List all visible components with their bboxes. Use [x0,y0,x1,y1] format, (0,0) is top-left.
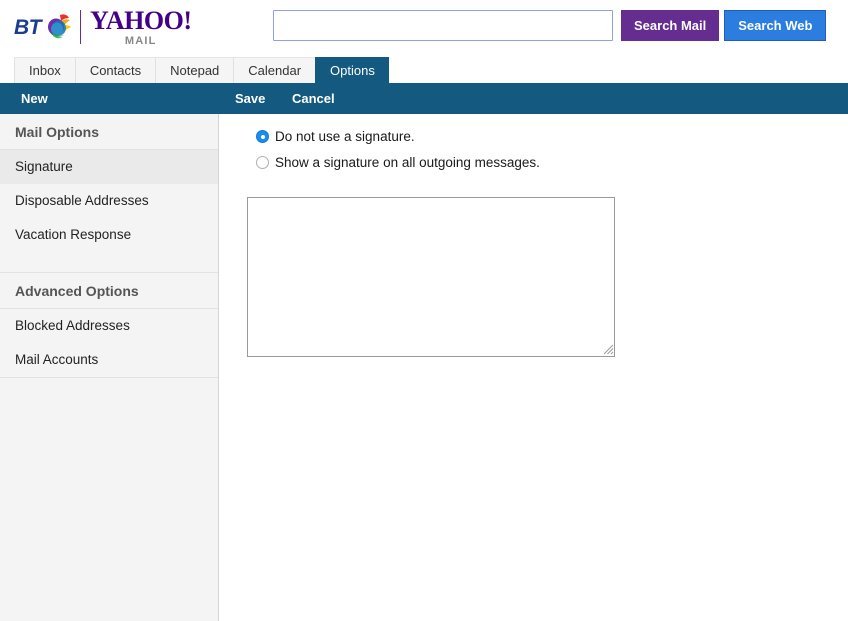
yahoo-logo-text: YAHOO! [90,5,192,35]
sidebar-item-vacation-response[interactable]: Vacation Response [0,218,218,252]
signature-settings-panel: Do not use a signature. Show a signature… [220,114,848,621]
signature-option-row-off[interactable]: Do not use a signature. [256,129,415,144]
sidebar-item-disposable-addresses[interactable]: Disposable Addresses [0,184,218,218]
tab-contacts[interactable]: Contacts [74,57,156,83]
sidebar-section-header-advanced-options: Advanced Options [0,273,218,309]
radio-label-do-not-use-signature[interactable]: Do not use a signature. [275,129,415,144]
bt-logo-text: BT [14,15,42,39]
radio-show-signature[interactable] [256,156,269,169]
yahoo-mail-logo: YAHOO! MAIL [90,5,192,47]
cancel-button[interactable]: Cancel [292,83,335,114]
main-tab-bar: Inbox Contacts Notepad Calendar Options [0,55,848,83]
radio-do-not-use-signature[interactable] [256,130,269,143]
search-mail-button[interactable]: Search Mail [621,10,720,41]
bt-globe-icon [43,12,73,42]
search-web-button[interactable]: Search Web [724,10,827,41]
signature-textarea[interactable] [247,197,615,357]
search-input[interactable] [273,10,613,41]
save-button[interactable]: Save [235,83,265,114]
tab-calendar[interactable]: Calendar [233,57,316,83]
options-sidebar: Mail Options Signature Disposable Addres… [0,114,219,621]
bt-logo: BT [14,9,73,45]
radio-label-show-signature[interactable]: Show a signature on all outgoing message… [275,155,540,170]
tab-options[interactable]: Options [315,57,389,83]
page-body: Mail Options Signature Disposable Addres… [0,114,848,621]
sidebar-section-header-mail-options: Mail Options [0,114,218,150]
yahoo-logo-subtext: MAIL [124,34,157,47]
page-header: BT YAHOO! MAIL Search Mail Search Web [0,0,848,55]
sidebar-footer-divider [0,377,218,378]
action-toolbar: New Save Cancel [0,83,848,114]
brand-divider [80,10,81,44]
tab-notepad[interactable]: Notepad [155,57,234,83]
sidebar-item-blocked-addresses[interactable]: Blocked Addresses [0,309,218,343]
search-area: Search Mail Search Web [273,10,827,41]
signature-option-row-on[interactable]: Show a signature on all outgoing message… [256,155,540,170]
new-button[interactable]: New [21,83,48,114]
sidebar-item-signature[interactable]: Signature [0,150,218,184]
brand-lockup: BT YAHOO! MAIL [14,6,192,48]
tab-inbox[interactable]: Inbox [14,57,75,83]
sidebar-item-mail-accounts[interactable]: Mail Accounts [0,343,218,377]
